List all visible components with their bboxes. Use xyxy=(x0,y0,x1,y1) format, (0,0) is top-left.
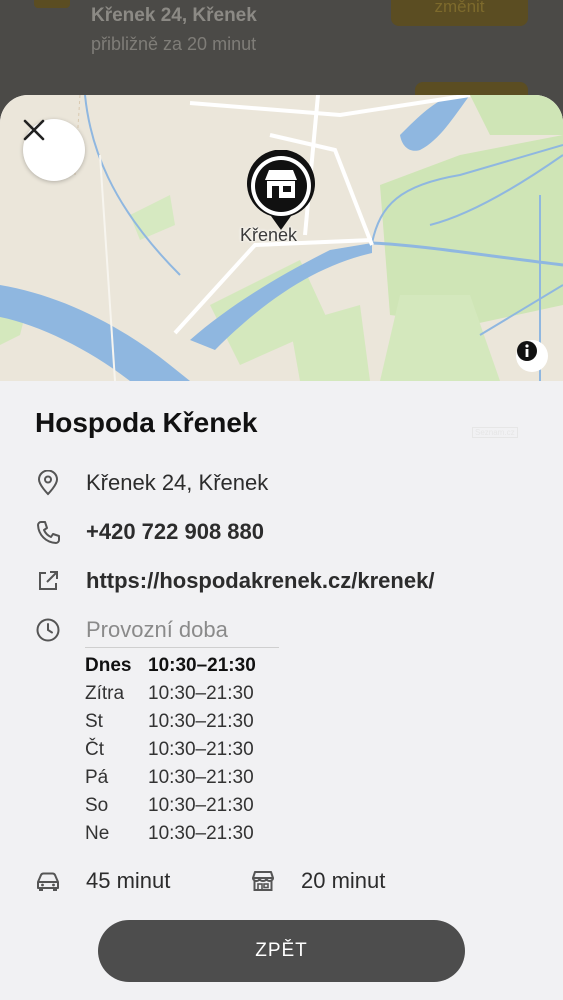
car-icon xyxy=(37,872,59,891)
hours-day: Pá xyxy=(85,767,109,788)
map-attribution: Seznam.cz xyxy=(472,427,518,438)
clock-icon xyxy=(35,617,61,643)
hours-row: Pá 10:30–21:30 xyxy=(85,767,256,795)
opening-hours-label: Provozní doba xyxy=(86,617,228,642)
hours-day: So xyxy=(85,795,109,816)
hours-row: Čt 10:30–21:30 xyxy=(85,739,256,767)
hours-row: So 10:30–21:30 xyxy=(85,795,256,823)
hours-day: Zítra xyxy=(85,683,125,704)
hours-row: Ne 10:30–21:30 xyxy=(85,823,256,851)
background-change-button: změnit xyxy=(391,0,528,26)
hours-time: 10:30–21:30 xyxy=(148,767,254,788)
place-title: Hospoda Křenek xyxy=(35,407,258,438)
store-icon xyxy=(247,150,315,230)
map-view[interactable]: Křenek xyxy=(0,95,563,381)
address-text: Křenek 24, Křenek xyxy=(86,470,269,495)
background-store-icon xyxy=(34,0,70,8)
store-icon xyxy=(252,871,274,891)
info-icon xyxy=(517,341,537,361)
external-link-icon xyxy=(35,568,61,594)
hours-row-today: Dnes 10:30–21:30 xyxy=(85,655,256,683)
back-button[interactable]: ZPĚT xyxy=(98,920,465,982)
map-info-button[interactable] xyxy=(516,340,548,372)
website-link[interactable]: https://hospodakrenek.cz/krenek/ xyxy=(86,568,434,594)
hours-time: 10:30–21:30 xyxy=(148,683,254,704)
hours-row: St 10:30–21:30 xyxy=(85,711,256,739)
hours-day: Ne xyxy=(85,823,110,844)
location-pin-icon xyxy=(35,470,61,496)
hours-time: 10:30–21:30 xyxy=(148,739,254,760)
car-travel-time: 45 minut xyxy=(35,868,170,894)
hours-divider xyxy=(85,647,279,648)
car-travel-text: 45 minut xyxy=(86,868,171,893)
hours-time: 10:30–21:30 xyxy=(148,711,254,732)
opening-hours-table: Dnes 10:30–21:30 Zítra 10:30–21:30 St 10… xyxy=(85,655,256,851)
hours-day: Dnes xyxy=(85,655,132,676)
opening-hours-row: Provozní doba xyxy=(35,617,228,643)
hours-time: 10:30–21:30 xyxy=(148,823,254,844)
background-eta: přibližně za 20 minut xyxy=(91,34,257,54)
background-address: Křenek 24, Křenek xyxy=(91,5,257,26)
store-travel-text: 20 minut xyxy=(301,868,386,893)
place-pin[interactable] xyxy=(243,150,319,234)
website-row[interactable]: https://hospodakrenek.cz/krenek/ xyxy=(35,568,434,594)
hours-time: 10:30–21:30 xyxy=(148,655,256,676)
map-place-label: Křenek xyxy=(240,225,298,245)
close-icon xyxy=(23,119,45,141)
address-row: Křenek 24, Křenek xyxy=(35,470,268,496)
hours-day: Čt xyxy=(85,739,104,760)
store-travel-time: 20 minut xyxy=(250,868,385,894)
place-detail-sheet: Křenek Seznam.cz Hospoda Křenek Křenek 2… xyxy=(0,95,563,1000)
hours-time: 10:30–21:30 xyxy=(148,795,254,816)
hours-day: St xyxy=(85,711,103,732)
phone-row[interactable]: +420 722 908 880 xyxy=(35,519,264,545)
hours-row: Zítra 10:30–21:30 xyxy=(85,683,256,711)
phone-icon xyxy=(35,519,61,545)
phone-link[interactable]: +420 722 908 880 xyxy=(86,519,264,545)
close-button[interactable] xyxy=(23,119,85,181)
